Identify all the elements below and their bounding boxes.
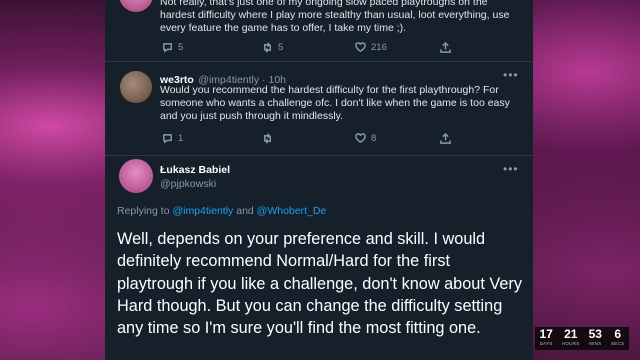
reply-count: 1 <box>178 133 184 144</box>
replying-to: Replying to @imp4tiently and @Whobert_De <box>117 205 326 217</box>
countdown-secs-label: SECS <box>610 341 625 346</box>
countdown-hours-value: 21 <box>564 327 578 341</box>
tweet-text-line: Not really, that's just one of my ongoin… <box>160 0 488 8</box>
like-count: 216 <box>371 42 387 53</box>
heart-icon <box>355 42 366 53</box>
tweet-actions: 1 8 <box>162 133 451 144</box>
countdown-mins-value: 53 <box>588 327 602 341</box>
tweet-author-name[interactable]: Łukasz Babiel <box>160 164 230 176</box>
mention-link[interactable]: @imp4tiently <box>172 205 233 217</box>
like-count: 8 <box>371 133 377 144</box>
countdown-mins: 53 MINS <box>589 328 602 347</box>
countdown-days-value: 17 <box>539 327 553 341</box>
mention-link[interactable]: @Whobert_De <box>257 205 327 217</box>
more-options-icon[interactable]: ••• <box>503 68 519 82</box>
like-button[interactable]: 8 <box>355 133 440 144</box>
tweet-text-line: Would you recommend the hardest difficul… <box>160 84 499 96</box>
reply-count: 5 <box>178 42 184 53</box>
retweet-button[interactable] <box>262 133 355 144</box>
countdown-secs: 6 SECS <box>611 328 624 347</box>
avatar[interactable] <box>120 71 152 103</box>
share-icon <box>440 133 451 144</box>
tweet-text-line: and you just push through it mindlessly. <box>160 110 344 122</box>
retweet-icon <box>264 133 271 144</box>
replying-to-and: and <box>233 205 257 217</box>
like-button[interactable]: 216 <box>355 42 440 53</box>
tweet-text-line: every feature the game has to offer, I t… <box>160 22 407 34</box>
retweet-icon <box>264 42 271 53</box>
tweet-actions: 5 5 216 <box>162 42 451 53</box>
tweet-we3rto[interactable]: we3rto @imp4tiently · 10h ••• Would you … <box>105 62 533 156</box>
tweet-main-text: Well, depends on your preference and ski… <box>117 230 522 338</box>
countdown-days: 17 DAYS <box>540 328 553 347</box>
avatar[interactable] <box>119 159 153 193</box>
twitter-thread-panel: Not really, that's just one of my ongoin… <box>105 0 533 360</box>
countdown-timer: 17 DAYS 21 HOURS 53 MINS 6 SECS <box>535 327 629 350</box>
reply-button[interactable]: 1 <box>162 133 262 144</box>
tweet-text-line: hardest difficulty where I play more ste… <box>160 9 510 21</box>
retweet-button[interactable]: 5 <box>262 42 355 53</box>
tweet-text-line: someone who wants a challenge ofc. I don… <box>160 97 510 109</box>
countdown-hours-label: HOURS <box>561 341 580 346</box>
avatar[interactable] <box>119 0 153 12</box>
countdown-days-label: DAYS <box>539 341 553 346</box>
replying-to-prefix: Replying to <box>117 205 173 217</box>
reply-icon <box>163 43 172 53</box>
more-options-icon[interactable]: ••• <box>503 162 519 176</box>
countdown-hours: 21 HOURS <box>562 328 580 347</box>
share-button[interactable] <box>440 133 451 144</box>
reply-icon <box>163 134 172 144</box>
share-button[interactable] <box>440 42 451 53</box>
tweet-previous[interactable]: Not really, that's just one of my ongoin… <box>105 0 533 62</box>
countdown-mins-label: MINS <box>589 341 602 346</box>
share-icon <box>440 42 451 53</box>
retweet-count: 5 <box>278 42 284 53</box>
reply-button[interactable]: 5 <box>162 42 262 53</box>
heart-icon <box>355 133 366 144</box>
countdown-secs-value: 6 <box>614 327 622 341</box>
tweet-handle[interactable]: @pjpkowski <box>160 178 216 190</box>
